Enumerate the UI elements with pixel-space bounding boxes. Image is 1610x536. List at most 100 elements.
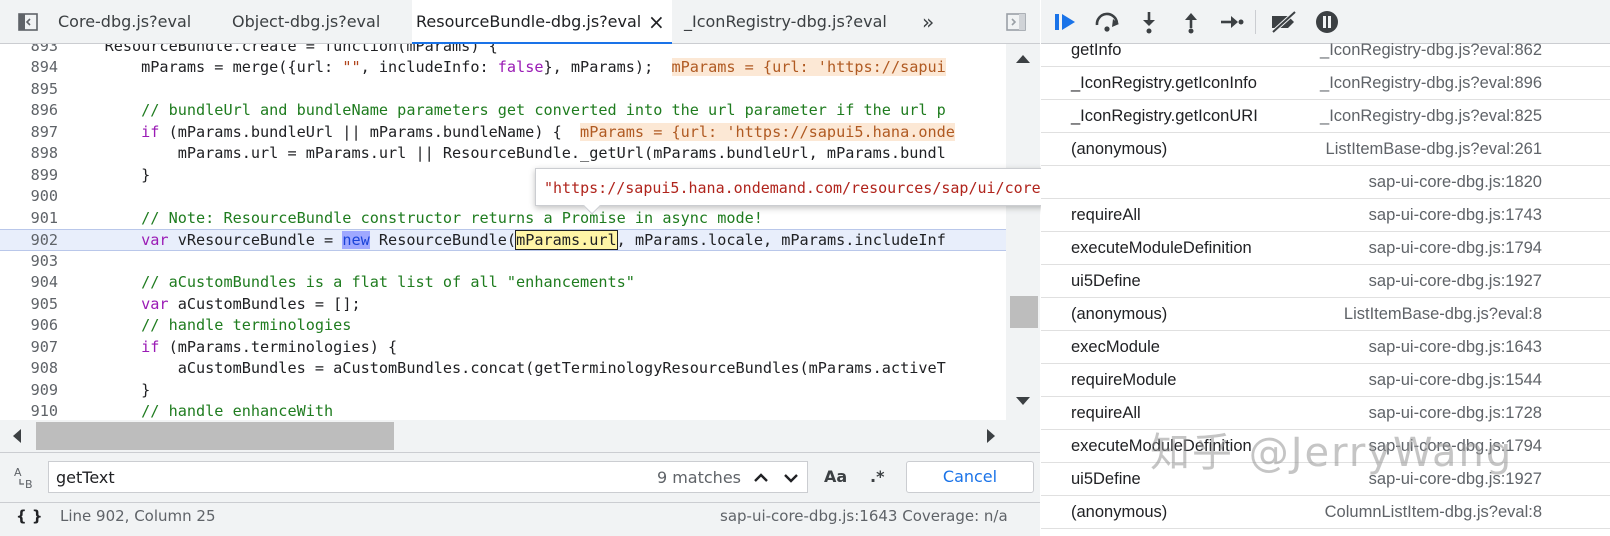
code-line[interactable]: 904 // aCustomBundles is a flat list of … <box>0 272 1006 294</box>
line-number[interactable]: 901 <box>0 208 58 230</box>
line-number[interactable]: 903 <box>0 251 58 273</box>
call-frame[interactable]: executeModuleDefinition sap-ui-core-dbg.j… <box>1041 232 1610 265</box>
coverage-status[interactable]: sap-ui-core-dbg.js:1643 Coverage: n/a <box>720 507 1008 525</box>
resume-icon[interactable] <box>1053 11 1079 33</box>
code-line[interactable]: 901 // Note: ResourceBundle constructor … <box>0 208 1006 230</box>
line-number[interactable]: 909 <box>0 380 58 402</box>
code-line[interactable]: 894 mParams = merge({url: "", includeInf… <box>0 57 1006 79</box>
frame-location[interactable]: sap-ui-core-dbg.js:1794 <box>1369 232 1542 265</box>
call-frame[interactable]: sap-ui-core-dbg.js:1820 <box>1041 166 1610 199</box>
code-line[interactable]: 908 aCustomBundles = aCustomBundles.conc… <box>0 358 1006 380</box>
scroll-down-icon[interactable] <box>1016 396 1030 406</box>
step-out-icon[interactable] <box>1181 10 1201 34</box>
code-line[interactable]: 895 <box>0 79 1006 101</box>
vertical-scrollbar[interactable] <box>1006 44 1040 420</box>
previous-match-icon[interactable] <box>753 470 769 486</box>
execution-line[interactable]: 902 var vResourceBundle = new ResourceBu… <box>0 229 1006 251</box>
line-number[interactable]: 895 <box>0 79 58 101</box>
inline-value: mParams = {url: 'https://sapui5.hana.ond… <box>580 122 955 141</box>
step-over-icon[interactable] <box>1093 11 1123 33</box>
frame-location[interactable]: sap-ui-core-dbg.js:1544 <box>1369 364 1542 397</box>
pretty-print-button[interactable]: { } <box>16 507 43 525</box>
call-frame[interactable]: requireModule sap-ui-core-dbg.js:1544 <box>1041 364 1610 397</box>
more-tabs-icon[interactable]: » <box>918 0 938 44</box>
call-frame[interactable]: (anonymous) ListItemBase-dbg.js?eval:8 <box>1041 298 1610 331</box>
frame-location[interactable]: ColumnListItem-dbg.js?eval:8 <box>1325 496 1542 529</box>
vertical-scroll-thumb[interactable] <box>1010 296 1038 328</box>
line-number[interactable]: 906 <box>0 315 58 337</box>
line-number[interactable]: 899 <box>0 165 58 187</box>
line-number[interactable]: 897 <box>0 122 58 144</box>
step-icon[interactable] <box>1219 11 1245 33</box>
code-line[interactable]: 907 if (mParams.terminologies) { <box>0 337 1006 359</box>
tab-iconregistry-dbg[interactable]: _IconRegistry-dbg.js?eval <box>680 0 891 44</box>
code-line[interactable]: 898 mParams.url = mParams.url || Resourc… <box>0 143 1006 165</box>
deactivate-breakpoints-icon[interactable] <box>1269 10 1299 34</box>
code-line[interactable]: 897 if (mParams.bundleUrl || mParams.bun… <box>0 122 1006 144</box>
line-number[interactable]: 902 <box>0 230 58 252</box>
code-line[interactable]: 910 // handle enhanceWith <box>0 401 1006 420</box>
tab-resourcebundle-dbg[interactable]: ResourceBundle-dbg.js?eval <box>412 0 672 44</box>
call-frame[interactable]: _IconRegistry.getIconURI _IconRegistry-db… <box>1041 100 1610 133</box>
call-frame[interactable]: _IconRegistry.getIconInfo _IconRegistry-d… <box>1041 67 1610 100</box>
frame-location[interactable]: ListItemBase-dbg.js?eval:8 <box>1344 298 1542 331</box>
line-number[interactable]: 904 <box>0 272 58 294</box>
scroll-left-icon[interactable] <box>12 429 22 443</box>
frame-location[interactable]: _IconRegistry-dbg.js?eval:896 <box>1320 67 1542 100</box>
frame-location[interactable]: ListItemBase-dbg.js?eval:261 <box>1326 133 1542 166</box>
close-tab-icon[interactable]: × <box>648 12 668 32</box>
search-input[interactable]: getText 9 matches <box>48 461 808 493</box>
code-line[interactable]: 906 // handle terminologies <box>0 315 1006 337</box>
frame-location[interactable]: _IconRegistry-dbg.js?eval:825 <box>1320 100 1542 133</box>
call-frame[interactable]: execModule sap-ui-core-dbg.js:1643 <box>1041 331 1610 364</box>
horizontal-scroll-thumb[interactable] <box>36 422 394 450</box>
frame-location[interactable]: sap-ui-core-dbg.js:1820 <box>1369 166 1542 199</box>
scroll-right-icon[interactable] <box>986 429 996 443</box>
tab-object-dbg[interactable]: Object-dbg.js?eval <box>228 0 384 44</box>
frame-function: (anonymous) <box>1071 140 1168 158</box>
call-frame[interactable]: requireAll sap-ui-core-dbg.js:1743 <box>1041 199 1610 232</box>
frame-function: getInfo <box>1071 41 1122 59</box>
scroll-up-icon[interactable] <box>1016 54 1030 64</box>
code-editor[interactable]: 893 ResourceBundle.create = function(mPa… <box>0 44 1006 420</box>
line-number[interactable]: 907 <box>0 337 58 359</box>
toggle-debugger-icon[interactable] <box>1004 10 1028 34</box>
code-line[interactable]: 905 var aCustomBundles = []; <box>0 294 1006 316</box>
svg-text:A: A <box>14 466 22 479</box>
line-number[interactable]: 896 <box>0 100 58 122</box>
line-number[interactable]: 908 <box>0 358 58 380</box>
call-frame[interactable]: (anonymous) ColumnListItem-dbg.js?eval:8 <box>1041 496 1610 529</box>
line-number[interactable]: 910 <box>0 401 58 420</box>
replace-toggle-icon[interactable]: AB <box>14 465 38 491</box>
call-frame[interactable]: getInfo _IconRegistry-dbg.js?eval:862 <box>1041 34 1610 67</box>
cancel-button[interactable]: Cancel <box>906 461 1034 493</box>
code-line[interactable]: 893 ResourceBundle.create = function(mPa… <box>0 44 1006 57</box>
line-number[interactable]: 900 <box>0 186 58 208</box>
tab-core-dbg[interactable]: Core-dbg.js?eval <box>54 0 195 44</box>
match-case-button[interactable]: Aa <box>824 461 847 493</box>
pause-on-exceptions-icon[interactable] <box>1315 10 1339 34</box>
hovered-expression[interactable]: mParams.url <box>515 230 618 250</box>
toggle-navigator-icon[interactable] <box>16 10 40 34</box>
cursor-position: Line 902, Column 25 <box>60 507 216 525</box>
call-frame[interactable]: ui5Define sap-ui-core-dbg.js:1927 <box>1041 265 1610 298</box>
regex-button[interactable]: .* <box>870 461 884 493</box>
watermark: 知乎 @JerryWang <box>1150 430 1514 476</box>
call-frame[interactable]: (anonymous) ListItemBase-dbg.js?eval:261 <box>1041 133 1610 166</box>
code-line[interactable]: 909 } <box>0 380 1006 402</box>
line-source: // Note: ResourceBundle constructor retu… <box>68 208 763 230</box>
line-number[interactable]: 905 <box>0 294 58 316</box>
code-token: // handle enhanceWith <box>68 402 334 420</box>
next-match-icon[interactable] <box>783 470 799 486</box>
frame-location[interactable]: _IconRegistry-dbg.js?eval:862 <box>1320 34 1542 67</box>
line-number[interactable]: 898 <box>0 143 58 165</box>
frame-location[interactable]: sap-ui-core-dbg.js:1927 <box>1369 265 1542 298</box>
line-number[interactable]: 893 <box>0 44 58 57</box>
line-number[interactable]: 894 <box>0 57 58 79</box>
line-source: var vResourceBundle = new ResourceBundle… <box>68 230 946 252</box>
frame-location[interactable]: sap-ui-core-dbg.js:1743 <box>1369 199 1542 232</box>
frame-location[interactable]: sap-ui-core-dbg.js:1643 <box>1369 331 1542 364</box>
code-line[interactable]: 903 <box>0 251 1006 273</box>
step-into-icon[interactable] <box>1139 10 1159 34</box>
code-line[interactable]: 896 // bundleUrl and bundleName paramete… <box>0 100 1006 122</box>
